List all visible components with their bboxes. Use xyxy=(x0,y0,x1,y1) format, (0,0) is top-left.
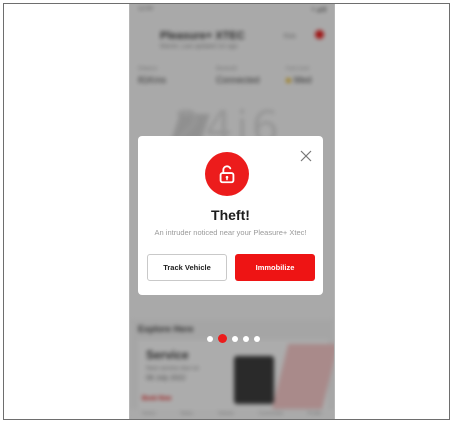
unlock-icon xyxy=(219,165,235,184)
carousel-dot-active[interactable] xyxy=(218,334,227,343)
track-vehicle-button[interactable]: Track Vehicle xyxy=(147,254,227,281)
carousel-dot[interactable] xyxy=(207,335,213,342)
carousel-indicator xyxy=(207,334,260,343)
immobilize-button[interactable]: Immobilize xyxy=(235,254,315,281)
carousel-dot[interactable] xyxy=(232,335,238,342)
close-button[interactable] xyxy=(299,149,313,163)
carousel-dot[interactable] xyxy=(254,335,260,342)
close-icon xyxy=(300,150,312,162)
carousel-dot[interactable] xyxy=(243,335,249,342)
alert-message: An intruder noticed near your Pleasure+ … xyxy=(154,228,307,237)
alert-title: Theft! xyxy=(211,207,250,223)
theft-alert-dialog: Theft! An intruder noticed near your Ple… xyxy=(138,136,323,295)
alert-badge xyxy=(205,152,249,196)
